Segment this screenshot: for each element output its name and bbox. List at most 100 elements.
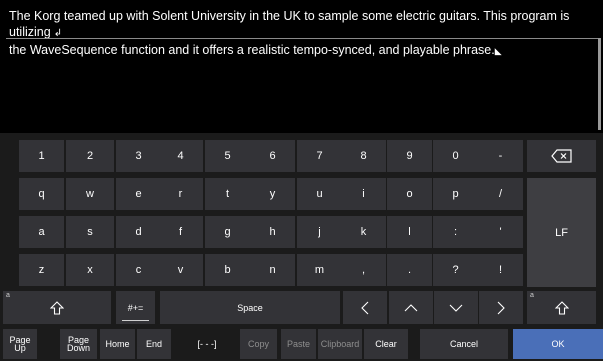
cancel-button[interactable]: Cancel xyxy=(420,329,508,359)
copy-button[interactable]: Copy xyxy=(240,329,277,359)
key-z[interactable]: z xyxy=(19,254,64,286)
space-key[interactable]: Space xyxy=(160,291,340,324)
page-up-button[interactable]: Page Up xyxy=(3,329,37,359)
key-v[interactable]: v xyxy=(158,254,203,286)
backspace-key[interactable] xyxy=(527,140,596,172)
key-y[interactable]: y xyxy=(250,178,295,210)
key-g[interactable]: g xyxy=(205,216,250,248)
key-b[interactable]: b xyxy=(205,254,250,286)
key-exclamation[interactable]: ! xyxy=(478,254,523,286)
key-period[interactable]: . xyxy=(387,254,432,286)
key-label: x xyxy=(87,264,93,276)
key-label: 5 xyxy=(224,150,231,162)
clipboard-button[interactable]: Clipboard xyxy=(318,329,362,359)
page-up-label-2: Up xyxy=(14,343,26,353)
key-label: a xyxy=(38,226,45,238)
key-label: t xyxy=(225,188,230,200)
key-p[interactable]: p xyxy=(433,178,478,210)
key-r[interactable]: r xyxy=(158,178,203,210)
shift-right-key[interactable]: a xyxy=(527,291,596,324)
key-label: o xyxy=(406,188,413,200)
key-label: s xyxy=(87,226,93,238)
home-button[interactable]: Home xyxy=(100,329,135,359)
key-4[interactable]: 4 xyxy=(158,140,203,172)
key-colon[interactable]: : xyxy=(433,216,478,248)
text-underline xyxy=(6,38,600,39)
key-apostrophe[interactable]: ' xyxy=(478,216,523,248)
key-1[interactable]: 1 xyxy=(19,140,64,172)
key-label: OK xyxy=(551,339,565,349)
key-l[interactable]: l xyxy=(387,216,432,248)
arrow-up-key[interactable] xyxy=(389,291,433,324)
key-question[interactable]: ? xyxy=(433,254,478,286)
key-s[interactable]: s xyxy=(66,216,114,248)
key-comma[interactable]: , xyxy=(341,254,386,286)
key-label: p xyxy=(452,188,459,200)
key-o[interactable]: o xyxy=(387,178,432,210)
key-t[interactable]: t xyxy=(205,178,250,210)
text-editor-area[interactable]: The Korg teamed up with Solent Universit… xyxy=(0,0,603,133)
key-q[interactable]: q xyxy=(19,178,64,210)
arrow-right-key[interactable] xyxy=(479,291,523,324)
key-label: k xyxy=(360,226,367,238)
chevron-down-icon xyxy=(449,304,463,312)
key-9[interactable]: 9 xyxy=(387,140,432,172)
key-7[interactable]: 7 xyxy=(297,140,342,172)
backspace-icon xyxy=(550,149,572,163)
text-content[interactable]: The Korg teamed up with Solent Universit… xyxy=(9,8,589,59)
end-button[interactable]: End xyxy=(137,329,171,359)
key-8[interactable]: 8 xyxy=(341,140,386,172)
key-m[interactable]: m xyxy=(297,254,342,286)
key-label: Paste xyxy=(286,339,310,349)
key-5[interactable]: 5 xyxy=(205,140,250,172)
arrow-down-key[interactable] xyxy=(434,291,478,324)
key-a[interactable]: a xyxy=(19,216,64,248)
key-label: LF xyxy=(555,226,568,239)
key-f[interactable]: f xyxy=(158,216,203,248)
key-x[interactable]: x xyxy=(66,254,114,286)
key-w[interactable]: w xyxy=(66,178,114,210)
key-label: #+= xyxy=(127,302,144,313)
key-3[interactable]: 3 xyxy=(116,140,161,172)
key-6[interactable]: 6 xyxy=(250,140,295,172)
key-label: y xyxy=(269,188,276,200)
scrollbar-thumb[interactable] xyxy=(598,38,601,130)
key-label: Clear xyxy=(375,339,397,349)
key-k[interactable]: k xyxy=(341,216,386,248)
lf-key[interactable]: LF xyxy=(527,178,596,287)
key-h[interactable]: h xyxy=(250,216,295,248)
caps-lock-icon: a xyxy=(530,292,534,299)
clear-button[interactable]: Clear xyxy=(364,329,408,359)
key-e[interactable]: e xyxy=(116,178,161,210)
key-minus[interactable]: - xyxy=(478,140,523,172)
key-label: f xyxy=(178,226,183,238)
key-label: ! xyxy=(498,264,503,276)
key-label: ' xyxy=(499,226,502,238)
paste-button[interactable]: Paste xyxy=(281,329,316,359)
key-j[interactable]: j xyxy=(297,216,342,248)
key-0[interactable]: 0 xyxy=(433,140,478,172)
key-label: g xyxy=(224,226,231,238)
key-c[interactable]: c xyxy=(116,254,161,286)
key-u[interactable]: u xyxy=(297,178,342,210)
key-n[interactable]: n xyxy=(250,254,295,286)
symbols-key[interactable]: #+= xyxy=(116,291,155,324)
text-line-1: The Korg teamed up with Solent Universit… xyxy=(9,9,570,39)
key-label: 8 xyxy=(360,150,367,162)
select-button[interactable]: [- - -] xyxy=(178,329,236,359)
key-label: c xyxy=(135,264,142,276)
key-label: m xyxy=(314,264,325,276)
shift-left-key[interactable]: a xyxy=(3,291,111,324)
arrow-left-key[interactable] xyxy=(343,291,387,324)
key-label: j xyxy=(318,226,321,238)
page-down-button[interactable]: Page Down xyxy=(60,329,97,359)
key-d[interactable]: d xyxy=(116,216,161,248)
key-label: n xyxy=(269,264,276,276)
key-slash[interactable]: / xyxy=(478,178,523,210)
key-label: 3 xyxy=(135,150,142,162)
key-2[interactable]: 2 xyxy=(66,140,114,172)
ok-button[interactable]: OK xyxy=(513,329,603,359)
key-label: i xyxy=(362,188,365,200)
key-label: q xyxy=(38,188,45,200)
key-i[interactable]: i xyxy=(341,178,386,210)
